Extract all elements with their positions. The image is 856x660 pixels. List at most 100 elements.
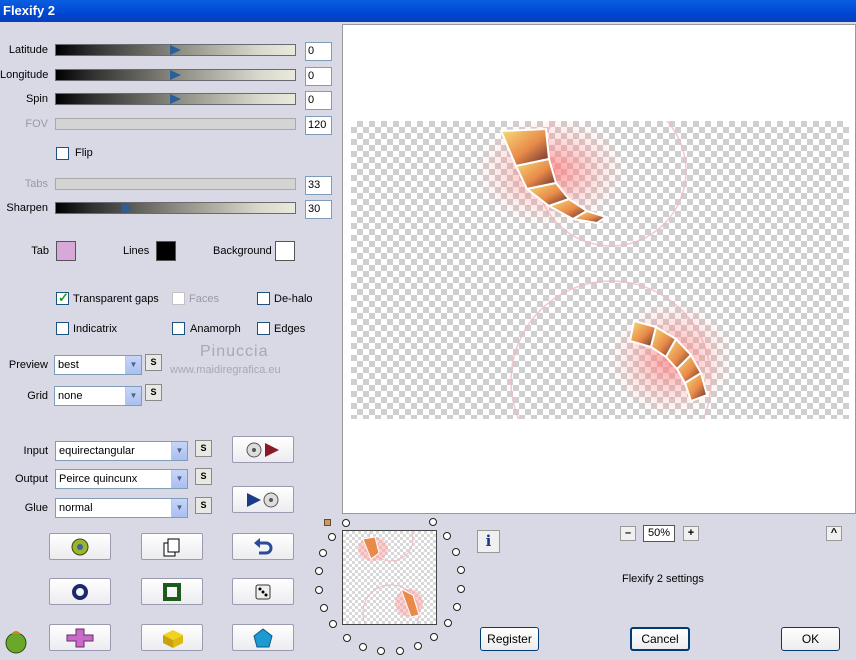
output-label: Output bbox=[14, 473, 48, 485]
input-projection-select[interactable]: equirectangular ▼ bbox=[55, 441, 188, 461]
rotation-dot[interactable] bbox=[329, 620, 338, 629]
grid-value: none bbox=[58, 390, 83, 402]
rotation-dot[interactable] bbox=[452, 602, 461, 611]
rotation-dot[interactable] bbox=[377, 647, 386, 656]
copy-button[interactable] bbox=[141, 533, 203, 560]
rotation-dot[interactable] bbox=[457, 565, 466, 574]
latitude-slider-thumb[interactable] bbox=[170, 45, 181, 55]
grid-s-button[interactable]: S bbox=[145, 384, 162, 401]
spin-slider[interactable] bbox=[55, 93, 296, 105]
cube-icon bbox=[163, 629, 183, 648]
ok-button[interactable]: OK bbox=[781, 627, 840, 651]
chevron-down-icon[interactable]: ▼ bbox=[171, 442, 187, 460]
settings-label: Flexify 2 settings bbox=[622, 573, 704, 585]
rotation-dot[interactable] bbox=[430, 632, 439, 641]
sharpen-field[interactable]: 30 bbox=[305, 200, 332, 219]
sharpen-slider-thumb[interactable] bbox=[122, 203, 133, 213]
longitude-slider[interactable] bbox=[55, 69, 296, 81]
rotation-dot[interactable] bbox=[442, 531, 451, 540]
longitude-field[interactable]: 0 bbox=[305, 67, 332, 86]
pentagon-button[interactable] bbox=[232, 624, 294, 651]
cancel-button[interactable]: Cancel bbox=[630, 627, 690, 651]
anamorph-checkbox[interactable] bbox=[172, 322, 185, 335]
undo-button[interactable] bbox=[232, 533, 294, 560]
longitude-slider-thumb[interactable] bbox=[170, 70, 181, 80]
lines-color-swatch[interactable] bbox=[156, 241, 176, 261]
glue-value: normal bbox=[59, 502, 93, 514]
grid-select[interactable]: none ▼ bbox=[54, 386, 142, 406]
play-output-button[interactable] bbox=[232, 486, 294, 513]
rotation-dot[interactable] bbox=[457, 584, 466, 593]
background-color-swatch[interactable] bbox=[275, 241, 295, 261]
rotation-dot[interactable] bbox=[396, 647, 405, 656]
circle-button[interactable] bbox=[49, 578, 111, 605]
navigator-image bbox=[358, 516, 423, 642]
tabs-slider bbox=[55, 178, 296, 190]
rotation-dot[interactable] bbox=[328, 532, 337, 541]
latitude-field[interactable]: 0 bbox=[305, 42, 332, 61]
chevron-down-icon[interactable]: ▼ bbox=[125, 387, 141, 405]
tabs-field: 33 bbox=[305, 176, 332, 195]
anamorph-label: Anamorph bbox=[190, 323, 241, 335]
square-button[interactable] bbox=[141, 578, 203, 605]
flexified-image bbox=[476, 121, 733, 419]
rotation-dot[interactable] bbox=[314, 586, 323, 595]
collapse-up-button[interactable]: ^ bbox=[826, 526, 842, 541]
rotation-dot[interactable] bbox=[314, 567, 323, 576]
rotation-dot[interactable] bbox=[359, 642, 368, 651]
chevron-down-icon[interactable]: ▼ bbox=[125, 356, 141, 374]
chevron-down-icon[interactable]: ▼ bbox=[171, 499, 187, 517]
zoom-in-button[interactable]: + bbox=[683, 526, 699, 541]
spin-field[interactable]: 0 bbox=[305, 91, 332, 110]
randomize-button[interactable] bbox=[49, 533, 111, 560]
sharpen-label: Sharpen bbox=[6, 202, 48, 214]
indicatrix-checkbox[interactable] bbox=[56, 322, 69, 335]
zoom-out-button[interactable]: – bbox=[620, 526, 636, 541]
preview-canvas[interactable] bbox=[342, 24, 856, 514]
preview-quality-select[interactable]: best ▼ bbox=[54, 355, 142, 375]
output-projection-select[interactable]: Peirce quincunx ▼ bbox=[55, 469, 188, 489]
dice-button[interactable] bbox=[232, 578, 294, 605]
transparent-gaps-checkbox[interactable]: ✓ bbox=[56, 290, 69, 305]
latitude-slider[interactable] bbox=[55, 44, 296, 56]
cube-button[interactable] bbox=[141, 624, 203, 651]
preview-s-button[interactable]: S bbox=[145, 354, 162, 371]
fov-label: FOV bbox=[25, 118, 48, 130]
spin-slider-thumb[interactable] bbox=[170, 94, 181, 104]
output-s-button[interactable]: S bbox=[195, 468, 212, 485]
glue-select[interactable]: normal ▼ bbox=[55, 498, 188, 518]
rotation-handle-icon[interactable] bbox=[324, 519, 331, 526]
rotation-dot[interactable] bbox=[342, 633, 351, 642]
cross-button[interactable] bbox=[49, 624, 111, 651]
rotation-dot[interactable] bbox=[452, 547, 461, 556]
output-projection-value: Peirce quincunx bbox=[59, 473, 138, 485]
watermark-site: www.maidiregrafica.eu bbox=[170, 364, 281, 376]
rotation-dot[interactable] bbox=[341, 519, 350, 528]
rotation-dot[interactable] bbox=[443, 619, 452, 628]
input-s-button[interactable]: S bbox=[195, 440, 212, 457]
rotation-dot[interactable] bbox=[414, 642, 423, 651]
rotation-dot[interactable] bbox=[429, 518, 438, 527]
glue-s-button[interactable]: S bbox=[195, 497, 212, 514]
input-projection-value: equirectangular bbox=[59, 445, 135, 457]
navigator-thumbnail[interactable] bbox=[342, 516, 437, 642]
de-halo-checkbox[interactable] bbox=[257, 292, 270, 305]
sharpen-slider[interactable] bbox=[55, 202, 296, 214]
spin-label: Spin bbox=[25, 93, 48, 105]
square-icon bbox=[163, 582, 181, 601]
faces-checkbox bbox=[172, 292, 185, 305]
info-button[interactable]: i bbox=[477, 530, 500, 553]
rotation-dot[interactable] bbox=[319, 549, 328, 558]
flip-label: Flip bbox=[75, 147, 93, 159]
longitude-label: Longitude bbox=[0, 69, 49, 81]
tab-color-swatch[interactable] bbox=[56, 241, 76, 261]
chevron-down-icon[interactable]: ▼ bbox=[171, 470, 187, 488]
flip-checkbox[interactable] bbox=[56, 147, 69, 160]
register-button[interactable]: Register bbox=[480, 627, 539, 651]
rotation-dot[interactable] bbox=[319, 604, 328, 613]
window-title: Flexify 2 bbox=[0, 0, 856, 22]
edges-checkbox[interactable] bbox=[257, 322, 270, 335]
indicatrix-label: Indicatrix bbox=[73, 323, 118, 335]
play-input-button[interactable] bbox=[232, 436, 294, 463]
check-mark-icon: ✓ bbox=[58, 290, 69, 305]
